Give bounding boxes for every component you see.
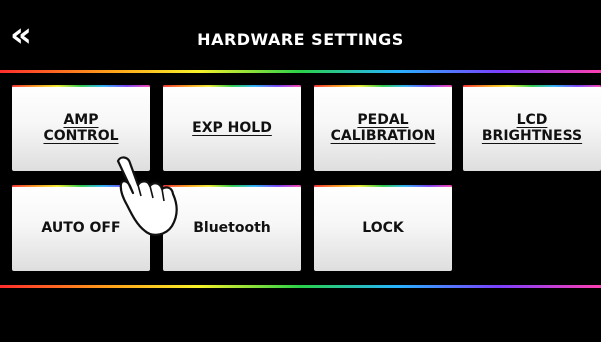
auto-off-label: AUTO OFF — [41, 220, 121, 236]
lock-label: LOCK — [362, 220, 404, 236]
exp-hold-button[interactable]: EXP HOLD — [163, 85, 301, 171]
lock-button[interactable]: LOCK — [314, 185, 452, 271]
amp-control-label: AMP CONTROL — [43, 112, 119, 144]
header-bar: « HARDWARE SETTINGS — [0, 0, 601, 68]
pedal-calibration-button[interactable]: PEDAL CALIBRATION — [314, 85, 452, 171]
page-title: HARDWARE SETTINGS — [197, 30, 404, 49]
bluetooth-label: Bluetooth — [193, 220, 271, 236]
amp-control-button[interactable]: AMP CONTROL — [12, 85, 150, 171]
rainbow-divider-bottom — [0, 285, 601, 288]
exp-hold-label: EXP HOLD — [192, 120, 272, 136]
lcd-brightness-label: LCD BRIGHTNESS — [481, 112, 583, 144]
rainbow-divider-top — [0, 70, 601, 73]
settings-grid: AMP CONTROL EXP HOLD PEDAL CALIBRATION L… — [12, 85, 601, 271]
bluetooth-button[interactable]: Bluetooth — [163, 185, 301, 271]
pedal-calibration-label: PEDAL CALIBRATION — [330, 112, 436, 144]
auto-off-button[interactable]: AUTO OFF — [12, 185, 150, 271]
hardware-settings-screen: « HARDWARE SETTINGS AMP CONTROL EXP HOLD… — [0, 0, 601, 342]
lcd-brightness-button[interactable]: LCD BRIGHTNESS — [463, 85, 601, 171]
